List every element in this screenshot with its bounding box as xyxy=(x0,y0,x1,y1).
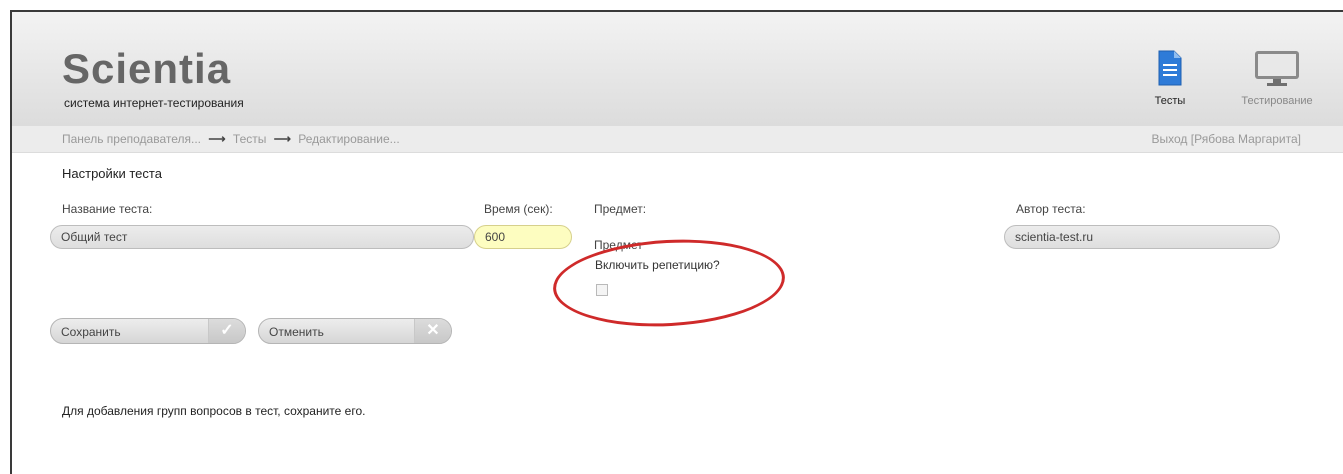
breadcrumb-item-edit[interactable]: Редактирование... xyxy=(298,132,399,146)
cancel-button[interactable]: Отменить ✕ xyxy=(258,318,452,344)
time-field[interactable]: 600 xyxy=(474,225,572,249)
nav-tests-label: Тесты xyxy=(1154,95,1186,107)
test-name-field[interactable]: Общий тест xyxy=(50,225,474,249)
logo-subtitle: система интернет-тестирования xyxy=(64,96,244,110)
breadcrumb-arrow: ⟶ xyxy=(208,132,226,146)
nav-tests[interactable]: Тесты xyxy=(1140,50,1200,107)
nav-testing[interactable]: Тестирование xyxy=(1222,50,1332,107)
section-title: Настройки теста xyxy=(62,166,162,181)
monitor-icon xyxy=(1255,51,1299,86)
time-label: Время (сек): xyxy=(484,202,553,216)
subject-label: Предмет: xyxy=(594,202,647,216)
top-edge xyxy=(0,0,1343,10)
author-field[interactable]: scientia-test.ru xyxy=(1004,225,1280,249)
check-icon: ✓ xyxy=(208,319,245,343)
breadcrumb-bar: Панель преподавателя... ⟶ Тесты ⟶ Редакт… xyxy=(12,126,1343,153)
cancel-button-label: Отменить xyxy=(269,325,324,339)
breadcrumb-item-tests[interactable]: Тесты xyxy=(233,132,266,146)
save-button[interactable]: Сохранить ✓ xyxy=(50,318,246,344)
document-icon xyxy=(1158,50,1182,86)
close-icon: ✕ xyxy=(414,319,451,343)
app-window: Scientia система интернет-тестирования Т… xyxy=(10,10,1343,474)
nav-testing-label: Тестирование xyxy=(1241,95,1313,107)
header: Scientia система интернет-тестирования Т… xyxy=(12,12,1343,126)
breadcrumb: Панель преподавателя... ⟶ Тесты ⟶ Редакт… xyxy=(62,132,400,146)
name-label: Название теста: xyxy=(62,202,153,216)
breadcrumb-arrow: ⟶ xyxy=(273,132,291,146)
info-note: Для добавления групп вопросов в тест, со… xyxy=(62,404,366,418)
breadcrumb-item-panel[interactable]: Панель преподавателя... xyxy=(62,132,201,146)
logo: Scientia xyxy=(62,45,232,92)
author-label: Автор теста: xyxy=(1016,202,1086,216)
logout-link[interactable]: Выход [Рябова Маргарита] xyxy=(1152,132,1301,146)
save-button-label: Сохранить xyxy=(61,325,121,339)
annotation-circle xyxy=(550,233,788,333)
